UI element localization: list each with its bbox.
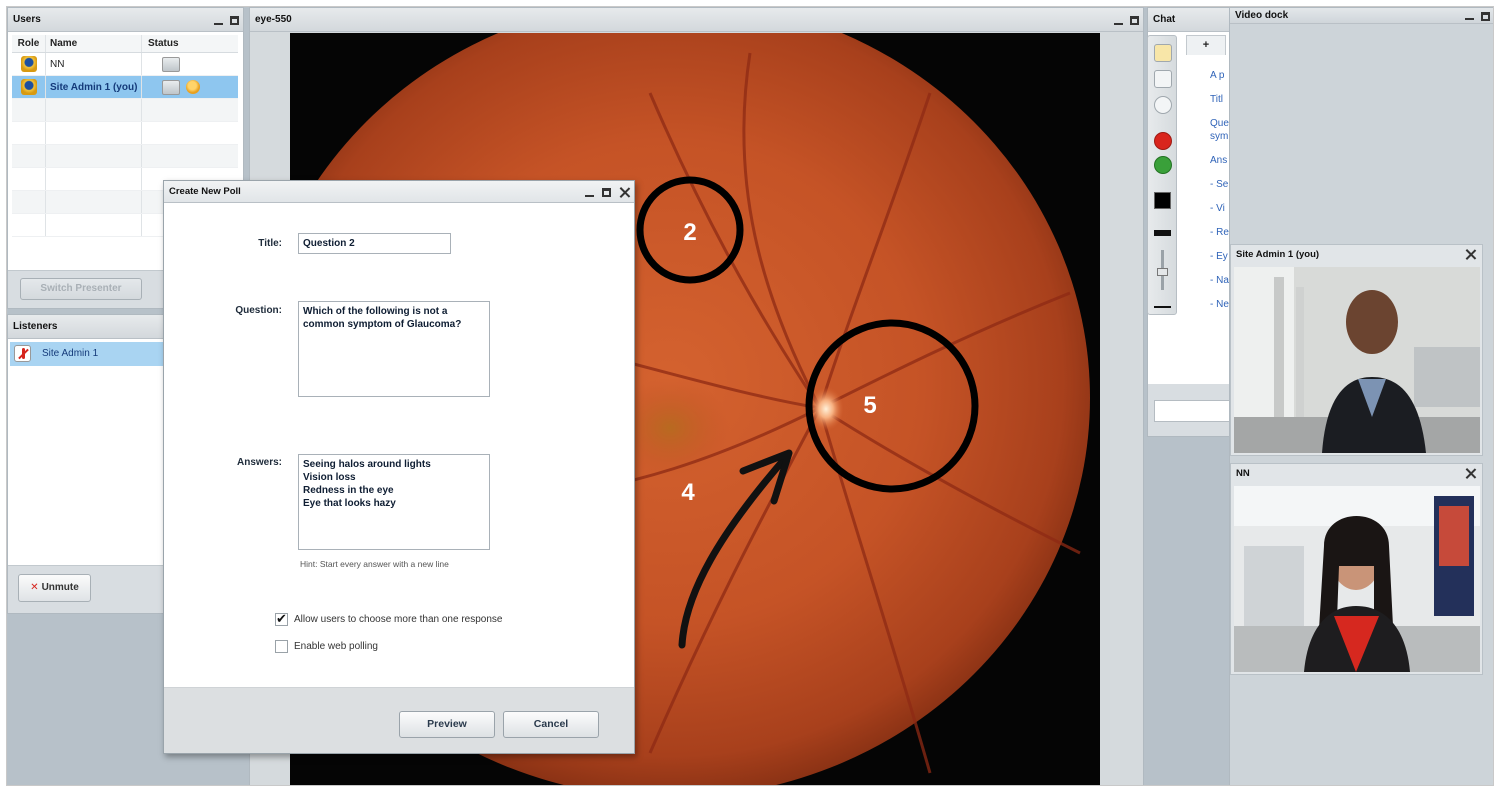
web-polling-label: Enable web polling bbox=[294, 641, 378, 652]
listeners-panel-title: Listeners bbox=[13, 321, 58, 332]
answers-hint: Hint: Start every answer with a new line bbox=[300, 559, 449, 569]
chat-message: Ans bbox=[1210, 155, 1228, 166]
minimize-icon[interactable] bbox=[585, 194, 594, 197]
thickness-icon[interactable] bbox=[1154, 230, 1171, 236]
preview-button[interactable]: Preview bbox=[399, 711, 495, 738]
user-name: NN bbox=[46, 53, 142, 75]
unmute-button[interactable]: ✕ Unmute bbox=[18, 574, 91, 602]
annotation-label: 2 bbox=[683, 219, 696, 246]
maximize-icon[interactable] bbox=[1130, 15, 1139, 25]
webcam-video bbox=[1234, 267, 1480, 453]
video-tile-title: Site Admin 1 (you) bbox=[1236, 249, 1320, 260]
video-dock-title: Video dock bbox=[1235, 10, 1289, 21]
minimize-icon[interactable] bbox=[214, 23, 223, 25]
mic-icon: ✕ bbox=[30, 582, 39, 593]
chat-message: A p bbox=[1210, 70, 1225, 81]
video-dock-titlebar: Video dock bbox=[1230, 8, 1493, 24]
video-tile-title: NN bbox=[1236, 468, 1250, 479]
presenter-role-icon bbox=[20, 79, 37, 95]
whiteboard-toolbar bbox=[1147, 35, 1177, 315]
multiple-response-label: Allow users to choose more than one resp… bbox=[294, 614, 503, 625]
rectangle-tool-icon[interactable] bbox=[1154, 70, 1172, 88]
annotation-label: 5 bbox=[863, 392, 876, 419]
chat-message: Que bbox=[1210, 118, 1229, 129]
annotation-label: 4 bbox=[681, 479, 695, 506]
chat-message: - Vi bbox=[1210, 203, 1225, 214]
user-name: Site Admin 1 (you) bbox=[46, 76, 142, 98]
chat-message: - Ne bbox=[1210, 299, 1229, 310]
answers-label: Answers: bbox=[236, 457, 282, 468]
viewer-role-icon bbox=[20, 56, 37, 72]
users-panel-titlebar: Users bbox=[8, 8, 243, 32]
poll-answers-textarea[interactable]: Seeing halos around lights Vision loss R… bbox=[298, 454, 490, 550]
chat-titlebar: Chat bbox=[1148, 8, 1231, 32]
poll-title-input[interactable]: Question 2 bbox=[298, 233, 451, 254]
undo-icon[interactable] bbox=[1154, 156, 1172, 174]
chat-message: - Na bbox=[1210, 275, 1229, 286]
webcam-video bbox=[1234, 486, 1480, 672]
maximize-icon[interactable] bbox=[1481, 11, 1490, 21]
poll-question-textarea[interactable]: Which of the following is not a common s… bbox=[298, 301, 490, 397]
minimize-icon[interactable] bbox=[1114, 23, 1123, 25]
presentation-title: eye-550 bbox=[255, 14, 292, 25]
presentation-titlebar: eye-550 bbox=[250, 8, 1143, 32]
multiple-response-checkbox[interactable] bbox=[275, 611, 288, 627]
close-icon[interactable] bbox=[1465, 249, 1476, 260]
presenter-status-icon bbox=[186, 80, 200, 94]
dialog-titlebar: Create New Poll bbox=[164, 181, 634, 203]
color-picker-icon[interactable] bbox=[1154, 192, 1171, 209]
table-row bbox=[12, 145, 238, 168]
table-row bbox=[12, 122, 238, 145]
title-label: Title: bbox=[258, 238, 282, 249]
table-row bbox=[12, 99, 238, 122]
column-name[interactable]: Name bbox=[46, 35, 142, 52]
pencil-tool-icon[interactable] bbox=[1154, 44, 1172, 62]
muted-mic-icon[interactable] bbox=[14, 345, 31, 362]
table-row[interactable]: NN bbox=[12, 53, 238, 76]
create-poll-dialog: Create New Poll Title: Question 2 Questi… bbox=[163, 180, 635, 754]
dialog-title: Create New Poll bbox=[169, 186, 241, 197]
column-role[interactable]: Role bbox=[12, 35, 46, 52]
webcam-status-icon[interactable] bbox=[162, 79, 180, 95]
chat-message: sym bbox=[1210, 131, 1229, 142]
clear-icon[interactable] bbox=[1154, 132, 1172, 150]
chat-message: - Se bbox=[1210, 179, 1229, 190]
close-icon[interactable] bbox=[619, 187, 630, 198]
maximize-icon[interactable] bbox=[602, 187, 611, 197]
add-chat-tab-button[interactable]: + bbox=[1186, 35, 1226, 55]
cancel-button[interactable]: Cancel bbox=[503, 711, 599, 738]
question-label: Question: bbox=[235, 305, 282, 316]
users-table-header: Role Name Status bbox=[12, 35, 238, 53]
webcam-status-icon[interactable] bbox=[162, 56, 180, 72]
minimize-icon[interactable] bbox=[1465, 18, 1474, 20]
web-polling-checkbox[interactable] bbox=[275, 640, 288, 653]
dialog-footer: Preview Cancel bbox=[164, 687, 634, 753]
chat-title: Chat bbox=[1153, 14, 1176, 25]
listener-name: Site Admin 1 bbox=[42, 348, 99, 359]
maximize-icon[interactable] bbox=[230, 15, 239, 25]
column-status[interactable]: Status bbox=[142, 35, 238, 52]
video-tile: Site Admin 1 (you) bbox=[1230, 244, 1483, 456]
line-width-icon[interactable] bbox=[1154, 306, 1171, 308]
unmute-label: Unmute bbox=[41, 582, 79, 593]
thickness-slider-handle[interactable] bbox=[1157, 268, 1168, 276]
app-frame: Users Role Name Status NN Site Admin 1 (… bbox=[6, 6, 1494, 786]
video-tile: NN bbox=[1230, 463, 1483, 675]
table-row[interactable]: Site Admin 1 (you) bbox=[12, 76, 238, 99]
chat-message: - Re bbox=[1210, 227, 1229, 238]
chat-message: Titl bbox=[1210, 94, 1223, 105]
switch-presenter-button[interactable]: Switch Presenter bbox=[20, 278, 142, 300]
chat-input[interactable] bbox=[1154, 400, 1231, 422]
chat-message: - Ey bbox=[1210, 251, 1228, 262]
users-panel-title: Users bbox=[13, 14, 41, 25]
close-icon[interactable] bbox=[1465, 468, 1476, 479]
ellipse-tool-icon[interactable] bbox=[1154, 96, 1172, 114]
